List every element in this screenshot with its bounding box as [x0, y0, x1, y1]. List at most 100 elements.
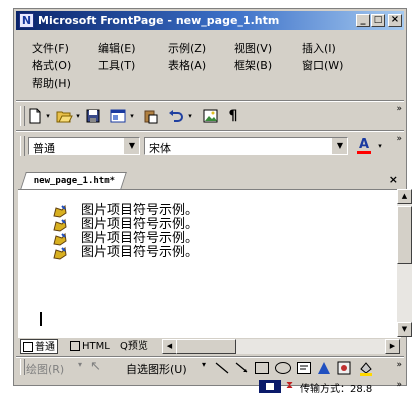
oval-tool-icon[interactable] — [274, 360, 292, 376]
tab-html[interactable]: HTML — [68, 339, 112, 354]
toolbar-grip[interactable] — [20, 359, 25, 375]
horizontal-scroll-thumb[interactable] — [176, 339, 236, 354]
editor-area[interactable]: 图片项目符号示例。 图片项目符号示例。 图片项目符号示例。 图片项目符号示例。 — [18, 189, 401, 338]
open-folder-icon[interactable] — [54, 107, 74, 125]
line-tool-icon[interactable] — [214, 360, 230, 376]
component-dropdown-arrow[interactable]: ▾ — [128, 107, 136, 125]
picture-bullet-icon — [53, 204, 67, 218]
web-component-icon[interactable] — [108, 107, 128, 125]
menu-insert[interactable]: 插入(I) — [302, 40, 336, 56]
font-color-swatch — [357, 150, 371, 154]
chevron-down-icon[interactable]: ▾ — [78, 360, 82, 369]
status-more-chevron[interactable]: » — [396, 381, 402, 390]
menu-table[interactable]: 表格(A) — [168, 57, 206, 73]
connection-icon — [259, 380, 281, 393]
undo-dropdown-arrow[interactable]: ▾ — [186, 107, 194, 125]
tab-preview-label: 预览 — [127, 341, 148, 352]
style-select[interactable]: 普通 ▼ — [28, 137, 140, 155]
frontpage-app-icon[interactable]: N — [19, 13, 34, 28]
menu-window[interactable]: 窗口(W) — [302, 57, 343, 73]
menu-file[interactable]: 文件(F) — [32, 40, 69, 56]
scroll-right-arrow[interactable]: ▶ — [385, 339, 400, 354]
toolbar-grip[interactable] — [20, 106, 25, 126]
picture-bullet-list: 图片项目符号示例。 图片项目符号示例。 图片项目符号示例。 图片项目符号示例。 — [51, 204, 198, 260]
frontpage-window: N Microsoft FrontPage - new_page_1.htm _… — [13, 8, 412, 395]
menu-view[interactable]: 视图(V) — [234, 40, 272, 56]
chevron-down-icon[interactable]: ▼ — [124, 138, 139, 154]
font-select[interactable]: 宋体 ▼ — [144, 137, 348, 155]
document-tab-label: new_page_1.htm* — [33, 176, 116, 186]
tab-normal-label: 普通 — [35, 342, 55, 353]
draw-menu-button[interactable]: 绘图(R) — [26, 361, 64, 377]
rectangle-tool-icon[interactable] — [254, 360, 270, 376]
arrow-tool-icon[interactable] — [234, 360, 250, 376]
tab-preview[interactable]: Q预览 — [118, 339, 150, 354]
formatting-toolbar: 普通 ▼ 宋体 ▼ A ▾ » — [16, 132, 404, 160]
paragraph-mark-icon[interactable]: ¶ — [224, 107, 242, 125]
connection-icon-screen — [266, 383, 274, 390]
font-select-value: 宋体 — [149, 142, 171, 155]
picture-bullet-icon — [53, 232, 67, 246]
toolbar-more-chevron[interactable]: » — [396, 135, 402, 144]
window-title: Microsoft FrontPage - new_page_1.htm — [38, 14, 280, 27]
menu-edit[interactable]: 编辑(E) — [98, 40, 136, 56]
minimize-button[interactable]: _ — [356, 14, 370, 27]
select-pointer-icon[interactable]: ↖ — [90, 359, 101, 374]
open-dropdown-arrow[interactable]: ▾ — [74, 107, 82, 125]
chevron-down-icon[interactable]: ▾ — [202, 360, 206, 369]
list-item: 图片项目符号示例。 — [51, 204, 198, 218]
search-icon: Q — [120, 341, 128, 352]
undo-icon[interactable] — [166, 107, 186, 125]
tab-normal[interactable]: 普通 — [20, 339, 58, 354]
scroll-down-arrow[interactable]: ▼ — [397, 322, 412, 337]
scroll-up-arrow[interactable]: ▲ — [397, 189, 412, 204]
list-item-text: 图片项目符号示例。 — [81, 245, 199, 260]
menu-tools[interactable]: 工具(T) — [98, 57, 135, 73]
clipart-tool-icon[interactable] — [336, 360, 352, 376]
menu-bar: 文件(F) 编辑(E) 示例(Z) 视图(V) 插入(I) 格式(O) 工具(T… — [16, 34, 404, 100]
new-page-icon[interactable] — [26, 107, 44, 125]
new-dropdown-arrow[interactable]: ▾ — [44, 107, 52, 125]
fill-color-icon[interactable] — [358, 360, 374, 376]
list-item: 图片项目符号示例。 — [51, 218, 198, 232]
menu-example[interactable]: 示例(Z) — [168, 40, 206, 56]
toolbar-grip[interactable] — [20, 136, 25, 156]
document-tab-bar: new_page_1.htm* × — [18, 171, 402, 190]
standard-toolbar: ▾ ▾ ▾ ▾ ¶ » — [16, 102, 404, 130]
title-bar[interactable]: N Microsoft FrontPage - new_page_1.htm _… — [16, 11, 404, 30]
vertical-scroll-thumb[interactable] — [397, 206, 412, 264]
autoshapes-menu-button[interactable]: 自选图形(U) — [126, 361, 187, 377]
wordart-tool-icon[interactable] — [316, 360, 332, 376]
scroll-left-arrow[interactable]: ◀ — [162, 339, 177, 354]
menu-frames[interactable]: 框架(B) — [234, 57, 272, 73]
normal-view-icon — [23, 342, 33, 352]
horizontal-scrollbar[interactable]: ▶ — [176, 339, 400, 354]
toolbar-more-chevron[interactable]: » — [396, 361, 402, 370]
menu-help[interactable]: 帮助(H) — [32, 75, 71, 91]
drawing-toolbar: 绘图(R) ▾ ↖ 自选图形(U) ▾ » — [16, 357, 404, 379]
textbox-tool-icon[interactable] — [296, 360, 312, 376]
list-item: 图片项目符号示例。 — [51, 246, 198, 260]
chevron-down-icon[interactable]: ▼ — [332, 138, 347, 154]
transfer-icon: ⧗ — [286, 380, 294, 391]
vertical-scrollbar[interactable]: ▲ ▼ — [397, 189, 412, 337]
picture-bullet-icon — [53, 218, 67, 232]
status-bar: ⧗ 传输方式：28.8 » — [16, 378, 404, 395]
maximize-button[interactable]: □ — [371, 14, 385, 27]
list-item-text: 图片项目符号示例。 — [81, 203, 199, 218]
style-select-value: 普通 — [33, 142, 55, 155]
font-color-button[interactable]: A — [354, 137, 374, 155]
toolbar-more-chevron[interactable]: » — [396, 105, 402, 114]
html-view-icon — [70, 341, 80, 351]
list-item-text: 图片项目符号示例。 — [81, 231, 199, 246]
insert-picture-icon[interactable] — [200, 107, 220, 125]
font-color-dropdown-arrow[interactable]: ▾ — [376, 137, 384, 155]
close-button[interactable]: × — [388, 14, 402, 27]
paste-icon[interactable] — [140, 107, 160, 125]
close-icon[interactable]: × — [389, 173, 398, 186]
save-icon[interactable] — [84, 107, 102, 125]
menu-format[interactable]: 格式(O) — [32, 57, 71, 73]
font-color-letter: A — [358, 136, 370, 152]
list-item: 图片项目符号示例。 — [51, 232, 198, 246]
document-tab[interactable]: new_page_1.htm* — [20, 172, 128, 190]
